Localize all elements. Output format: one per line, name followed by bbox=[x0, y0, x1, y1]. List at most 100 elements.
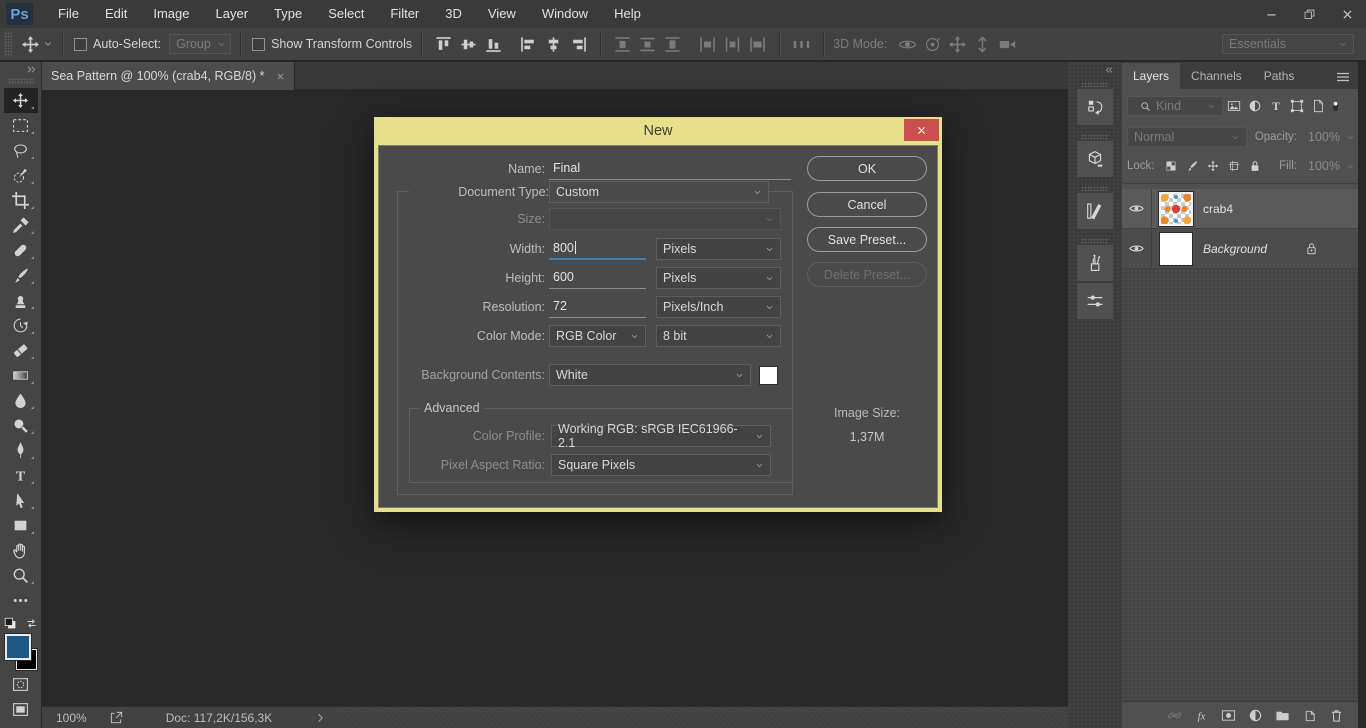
lock-transparent-button[interactable] bbox=[1163, 158, 1180, 175]
menu-window[interactable]: Window bbox=[529, 0, 601, 28]
filter-toggle-icon[interactable] bbox=[1330, 97, 1341, 115]
lock-move-button[interactable] bbox=[1204, 158, 1221, 175]
tool-preset-chevron-icon[interactable] bbox=[43, 39, 53, 49]
menu-help[interactable]: Help bbox=[601, 0, 654, 28]
distribute-bottom-icon[interactable] bbox=[663, 35, 682, 54]
slide-3d-icon[interactable] bbox=[973, 35, 992, 54]
align-middle-icon[interactable] bbox=[459, 35, 478, 54]
height-unit-dropdown[interactable]: Pixels bbox=[656, 267, 781, 289]
new-group-button[interactable] bbox=[1269, 705, 1296, 725]
brush-settings-panel-button[interactable] bbox=[1077, 283, 1113, 319]
align-top-icon[interactable] bbox=[434, 35, 453, 54]
pan-3d-icon[interactable] bbox=[948, 35, 967, 54]
align-left-icon[interactable] bbox=[519, 35, 538, 54]
panel-grip[interactable] bbox=[1081, 134, 1109, 139]
fill-field[interactable]: 100% bbox=[1301, 156, 1353, 176]
minimize-button[interactable] bbox=[1252, 1, 1290, 28]
menu-3d[interactable]: 3D bbox=[432, 0, 475, 28]
tab-paths[interactable]: Paths bbox=[1253, 63, 1306, 89]
opacity-field[interactable]: 100% bbox=[1301, 127, 1353, 147]
status-chevron-icon[interactable] bbox=[314, 712, 326, 724]
width-unit-dropdown[interactable]: Pixels bbox=[656, 238, 781, 260]
distribute-right-icon[interactable] bbox=[748, 35, 767, 54]
blur-tool[interactable] bbox=[4, 388, 38, 413]
tab-layers[interactable]: Layers bbox=[1122, 63, 1180, 89]
quick-selection-tool[interactable] bbox=[4, 163, 38, 188]
filter-adjustment-button[interactable] bbox=[1244, 96, 1265, 116]
link-layers-button[interactable] bbox=[1161, 705, 1188, 725]
delete-layer-button[interactable] bbox=[1323, 705, 1350, 725]
screen-mode-button[interactable] bbox=[4, 697, 38, 722]
align-bottom-icon[interactable] bbox=[484, 35, 503, 54]
menu-image[interactable]: Image bbox=[140, 0, 202, 28]
layer-thumbnail[interactable] bbox=[1159, 232, 1193, 266]
restore-button[interactable] bbox=[1290, 1, 1328, 28]
delete-preset-button[interactable]: Delete Preset... bbox=[807, 262, 927, 287]
close-button[interactable] bbox=[1328, 1, 1366, 28]
tab-close-icon[interactable] bbox=[276, 72, 285, 81]
align-center-icon[interactable] bbox=[544, 35, 563, 54]
brushes-panel-button[interactable] bbox=[1077, 245, 1113, 281]
clone-stamp-tool[interactable] bbox=[4, 288, 38, 313]
lasso-tool[interactable] bbox=[4, 138, 38, 163]
foreground-color-swatch[interactable] bbox=[5, 634, 31, 660]
spot-healing-brush-tool[interactable] bbox=[4, 238, 38, 263]
path-selection-tool[interactable] bbox=[4, 488, 38, 513]
toolbar-grip[interactable] bbox=[8, 78, 34, 84]
resolution-input[interactable]: 72 bbox=[549, 296, 646, 318]
camera-3d-icon[interactable] bbox=[998, 35, 1017, 54]
filter-image-button[interactable] bbox=[1223, 96, 1244, 116]
document-type-dropdown[interactable]: Custom bbox=[549, 181, 769, 203]
layer-thumbnail[interactable] bbox=[1159, 192, 1193, 226]
libraries-panel-button[interactable] bbox=[1077, 193, 1113, 229]
auto-select-dropdown[interactable]: Group bbox=[169, 34, 231, 54]
menu-select[interactable]: Select bbox=[315, 0, 377, 28]
name-input[interactable]: Final bbox=[549, 158, 791, 180]
filter-shape-button[interactable] bbox=[1286, 96, 1307, 116]
eyedropper-tool[interactable] bbox=[4, 213, 38, 238]
3d-panel-button[interactable] bbox=[1077, 141, 1113, 177]
advanced-label[interactable]: Advanced bbox=[419, 401, 485, 415]
background-contents-dropdown[interactable]: White bbox=[549, 364, 751, 386]
align-right-icon[interactable] bbox=[569, 35, 588, 54]
gradient-tool[interactable] bbox=[4, 363, 38, 388]
roll-3d-icon[interactable] bbox=[923, 35, 942, 54]
menu-layer[interactable]: Layer bbox=[203, 0, 262, 28]
auto-select-checkbox[interactable] bbox=[74, 38, 87, 51]
menu-edit[interactable]: Edit bbox=[92, 0, 140, 28]
crop-tool[interactable] bbox=[4, 188, 38, 213]
edit-toolbar-button[interactable] bbox=[4, 588, 38, 613]
distribute-top-icon[interactable] bbox=[613, 35, 632, 54]
pixel-aspect-ratio-dropdown[interactable]: Square Pixels bbox=[551, 454, 771, 476]
width-input[interactable]: 800 bbox=[549, 238, 646, 260]
menu-type[interactable]: Type bbox=[261, 0, 315, 28]
panel-grip[interactable] bbox=[1081, 82, 1109, 87]
adjustment-layer-button[interactable] bbox=[1242, 705, 1269, 725]
hand-tool[interactable] bbox=[4, 538, 38, 563]
distribute-spacing-icon[interactable] bbox=[792, 35, 811, 54]
lock-artboard-button[interactable] bbox=[1225, 158, 1242, 175]
menu-file[interactable]: File bbox=[45, 0, 92, 28]
color-mode-dropdown[interactable]: RGB Color bbox=[549, 325, 646, 347]
background-color-chip[interactable] bbox=[759, 366, 778, 385]
document-tab[interactable]: Sea Pattern @ 100% (crab4, RGB/8) * bbox=[42, 62, 295, 90]
add-mask-button[interactable] bbox=[1215, 705, 1242, 725]
history-panel-button[interactable] bbox=[1077, 89, 1113, 125]
zoom-level[interactable]: 100% bbox=[56, 711, 87, 725]
zoom-tool[interactable] bbox=[4, 563, 38, 588]
new-layer-button[interactable] bbox=[1296, 705, 1323, 725]
type-tool[interactable]: T bbox=[4, 463, 38, 488]
pen-tool[interactable] bbox=[4, 438, 38, 463]
workspace-dropdown[interactable]: Essentials bbox=[1222, 34, 1354, 54]
layer-row-crab4[interactable]: crab4 bbox=[1122, 189, 1358, 229]
share-icon[interactable] bbox=[109, 710, 124, 725]
distribute-middle-icon[interactable] bbox=[638, 35, 657, 54]
lock-paint-button[interactable] bbox=[1183, 158, 1200, 175]
distribute-left-icon[interactable] bbox=[698, 35, 717, 54]
move-tool[interactable] bbox=[4, 88, 38, 113]
layer-name[interactable]: Background bbox=[1203, 242, 1267, 256]
eraser-tool[interactable] bbox=[4, 338, 38, 363]
options-bar-grip[interactable] bbox=[4, 32, 12, 56]
dodge-tool[interactable] bbox=[4, 413, 38, 438]
resolution-unit-dropdown[interactable]: Pixels/Inch bbox=[656, 296, 781, 318]
